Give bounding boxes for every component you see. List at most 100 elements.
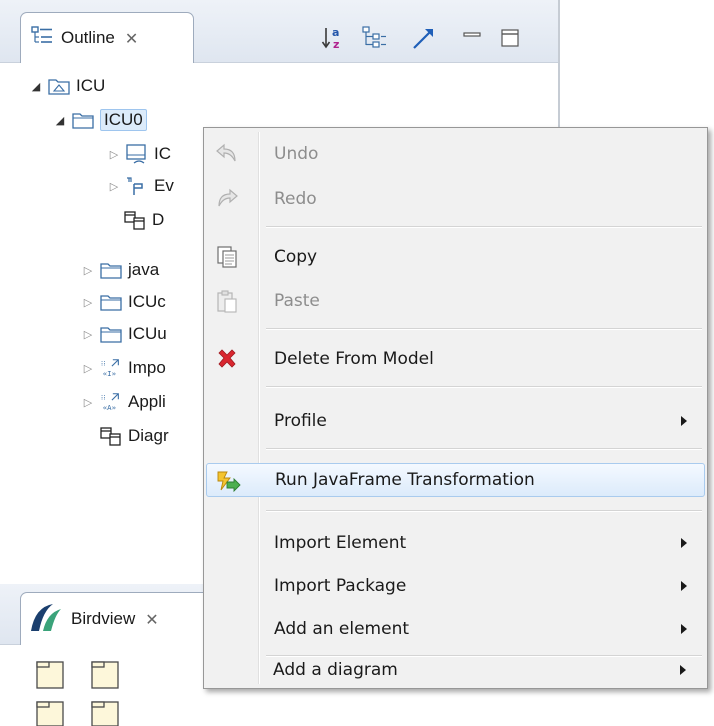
menu-item-label: Add an element <box>274 619 410 639</box>
tree-item-ev[interactable]: ▷ Ev <box>106 170 174 202</box>
tree-item-label: IC <box>154 144 171 163</box>
diagram-icon <box>100 426 122 446</box>
submenu-arrow-icon <box>681 624 687 634</box>
tree-item-icu0[interactable]: ◢ ICU0 <box>52 104 147 136</box>
close-icon[interactable]: ✕ <box>145 610 158 629</box>
submenu-arrow-icon <box>681 416 687 426</box>
redo-icon <box>214 187 240 211</box>
tree-item-icu[interactable]: ◢ ICU <box>28 70 106 102</box>
import-icon: ⁝⁝ «I» <box>100 358 122 378</box>
menu-item-copy[interactable]: Copy <box>206 240 705 274</box>
event-icon <box>126 176 148 196</box>
tree-item-impo[interactable]: ▷ ⁝⁝ «I» Impo <box>80 352 166 384</box>
close-icon[interactable]: ✕ <box>125 29 138 48</box>
collapsed-twisty-icon[interactable]: ▷ <box>80 328 96 341</box>
menu-item-label: Paste <box>274 291 320 311</box>
tree-item-icuu[interactable]: ▷ ICUu <box>80 318 167 350</box>
menu-item-run-javaframe-transformation[interactable]: Run JavaFrame Transformation <box>206 463 705 497</box>
birdview-tab-label: Birdview <box>71 609 136 628</box>
menu-item-delete-from-model[interactable]: Delete From Model <box>206 342 705 376</box>
tree-item-label: Appli <box>128 392 166 411</box>
menu-separator <box>266 510 702 512</box>
menu-item-label: Copy <box>274 247 318 267</box>
tree-item-icuc[interactable]: ▷ ICUc <box>80 286 166 318</box>
svg-text:⁝⁝: ⁝⁝ <box>101 393 106 402</box>
sort-alphabetically-icon[interactable]: a z <box>320 24 348 52</box>
menu-item-redo[interactable]: Redo <box>206 182 705 216</box>
outline-tab-label: Outline <box>61 28 115 47</box>
delete-icon <box>214 347 240 371</box>
expanded-twisty-icon[interactable]: ◢ <box>52 114 68 127</box>
tree-item-label: Impo <box>128 358 166 377</box>
tree-item-label: ICU <box>76 76 106 95</box>
diagram-icon <box>124 210 146 230</box>
tree-item-label: ICU0 <box>100 109 147 131</box>
menu-item-label: Add a diagram <box>273 660 398 680</box>
tree-item-label: D <box>152 210 165 229</box>
collapsed-twisty-icon[interactable]: ▷ <box>80 296 96 309</box>
tree-item-java[interactable]: ▷ java <box>80 254 159 286</box>
minimize-icon[interactable] <box>458 24 486 52</box>
svg-text:«I»: «I» <box>103 369 116 378</box>
birdview-tab[interactable]: Birdview ✕ <box>20 592 210 645</box>
tree-item-diagr[interactable]: Diagr <box>100 420 169 452</box>
folder-icon <box>72 110 94 130</box>
expanded-twisty-icon[interactable]: ◢ <box>28 80 44 93</box>
outline-icon <box>31 26 53 50</box>
menu-item-profile[interactable]: Profile <box>206 404 705 438</box>
menu-item-add-a-diagram[interactable]: Add a diagram <box>205 653 704 687</box>
menu-item-add-an-element[interactable]: Add an element <box>206 612 705 646</box>
menu-item-import-package[interactable]: Import Package <box>206 569 705 603</box>
submenu-arrow-icon <box>681 581 687 591</box>
birdview-thumbnail-icon <box>36 660 126 726</box>
menu-item-label: Undo <box>274 144 319 164</box>
svg-text:«A»: «A» <box>103 403 116 412</box>
collapsed-twisty-icon[interactable]: ▷ <box>106 180 122 193</box>
tree-item-appli[interactable]: ▷ ⁝⁝ «A» Appli <box>80 386 166 418</box>
tree-item-label: ICUu <box>128 324 167 343</box>
background-strip <box>708 0 714 726</box>
collapsed-twisty-icon[interactable]: ▷ <box>80 396 96 409</box>
svg-text:z: z <box>333 38 339 51</box>
tree-item-d[interactable]: D <box>124 204 164 236</box>
folder-icon <box>100 324 122 344</box>
undo-icon <box>214 142 240 166</box>
menu-item-label: Import Package <box>274 576 407 596</box>
tree-item-label: Ev <box>154 176 174 195</box>
state-machine-icon <box>126 144 148 164</box>
tree-item-ic[interactable]: ▷ IC <box>106 138 171 170</box>
submenu-arrow-icon <box>681 538 687 548</box>
folder-icon <box>100 260 122 280</box>
menu-item-label: Redo <box>274 189 317 209</box>
copy-icon <box>214 245 240 269</box>
submenu-arrow-icon <box>680 665 686 675</box>
menu-separator <box>266 386 702 388</box>
paste-icon <box>214 289 240 313</box>
tree-item-label: java <box>128 260 160 279</box>
menu-item-label: Import Element <box>274 533 407 553</box>
folder-icon <box>100 292 122 312</box>
menu-item-label: Delete From Model <box>274 349 434 369</box>
apply-icon: ⁝⁝ «A» <box>100 392 122 412</box>
tree-item-label: ICUc <box>128 292 166 311</box>
menu-item-paste[interactable]: Paste <box>206 284 705 318</box>
package-icon <box>48 76 70 96</box>
menu-item-label: Profile <box>274 411 327 431</box>
outline-tab[interactable]: Outline ✕ <box>20 12 194 63</box>
collapsed-twisty-icon[interactable]: ▷ <box>106 148 122 161</box>
collapsed-twisty-icon[interactable]: ▷ <box>80 264 96 277</box>
tree-item-label: Diagr <box>128 426 169 445</box>
maximize-icon[interactable] <box>496 24 524 52</box>
menu-item-label: Run JavaFrame Transformation <box>275 470 535 490</box>
pin-icon[interactable] <box>410 24 438 52</box>
birdview-icon <box>29 601 65 637</box>
run-transformation-icon <box>215 469 241 493</box>
menu-separator <box>266 448 702 450</box>
collapsed-twisty-icon[interactable]: ▷ <box>80 362 96 375</box>
svg-text:⁝⁝: ⁝⁝ <box>101 359 106 368</box>
hierarchy-icon[interactable] <box>360 24 388 52</box>
menu-item-undo[interactable]: Undo <box>206 137 705 171</box>
menu-separator <box>266 328 702 330</box>
menu-separator <box>266 226 702 228</box>
menu-item-import-element[interactable]: Import Element <box>206 526 705 560</box>
